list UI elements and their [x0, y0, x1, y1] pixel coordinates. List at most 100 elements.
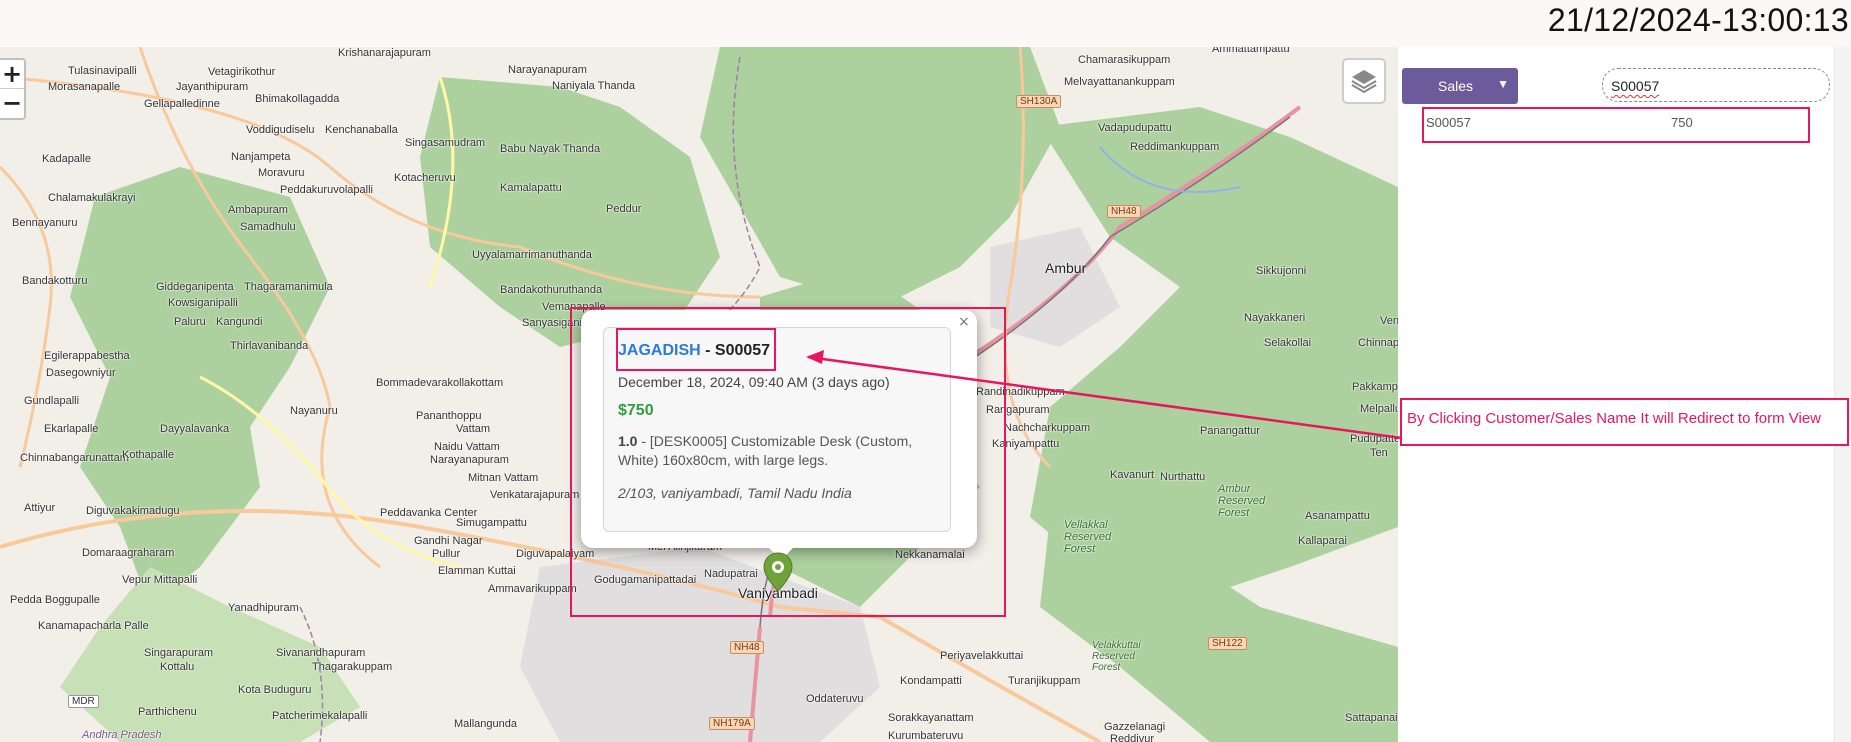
map-place-label: Vetagirikothur [208, 66, 276, 78]
road-shield: SH130A [1016, 95, 1062, 108]
sidebar-panel [1398, 47, 1851, 742]
map-place-label: Voddigudiselu [246, 124, 315, 136]
map-place-label: Ten [1370, 447, 1388, 459]
map-place-label: Dayyalavanka [160, 423, 230, 435]
map-place-label: Kavanurt [1110, 469, 1155, 481]
map-place-label: Pedda Boggupalle [10, 594, 100, 606]
map-place-label: Uyyalamarrimanuthanda [472, 249, 592, 261]
map-place-label: Kothapalle [122, 449, 174, 461]
map-place-label: Sorakkayanattam [888, 712, 974, 724]
map-place-label: Naniyala Thanda [552, 80, 635, 92]
map-place-label: Parthichenu [138, 706, 197, 718]
map-place-label: Chinnabangarunattam [20, 452, 129, 464]
zoom-out-button[interactable]: − [0, 89, 24, 118]
map-place-label: Narayanapuram [430, 454, 509, 466]
map-place-label: Narayanapuram [508, 64, 587, 76]
map-place-label: Moravuru [258, 167, 305, 179]
top-bar: 21/12/2024-13:00:13 [0, 0, 1851, 47]
map-place-label: Samadhulu [240, 221, 296, 233]
map-place-label: Kanamapacharla Palle [38, 620, 149, 632]
map-place-label: Nachcharkuppam [1004, 422, 1091, 434]
road-shield: SH122 [1208, 637, 1247, 650]
highlight-title-box [616, 328, 776, 371]
map-place-label: Yanadhipuram [228, 602, 299, 614]
road-shield: NH48 [1107, 205, 1141, 218]
chevron-down-icon: ▼ [1497, 77, 1509, 91]
model-select-value: Sales [1438, 78, 1474, 94]
map-place-label: Nayanuru [290, 405, 338, 417]
map-place-label: Kurumbateruvu [888, 730, 964, 742]
map-place-label: Peddur [606, 203, 642, 215]
map-place-label: Nayakkaneri [1244, 312, 1306, 324]
search-input-value: S00057 [1611, 78, 1660, 94]
map-place-label: Velakkuttai Reserved Forest [1092, 640, 1141, 673]
map-place-label: Mallangunda [454, 718, 517, 730]
map-place-label: Pananthoppu [416, 410, 482, 422]
map-place-label: Krishanarajapuram [338, 47, 431, 59]
map-place-label: Kamalapattu [500, 182, 562, 194]
highlight-result-box [1422, 107, 1810, 143]
model-select[interactable]: Sales ▼ [1402, 68, 1518, 104]
road-shield: NH48 [730, 641, 764, 654]
map-place-label: Peddakuruvolapalli [280, 184, 373, 196]
map-place-label: Dasegowniyur [46, 367, 116, 379]
map-place-label: Thagarakuppam [312, 661, 393, 673]
map-place-label: Patcherimekalapalli [272, 710, 368, 722]
map-place-label: Turanjikuppam [1008, 675, 1081, 687]
map-place-label: Bandakothuruthanda [500, 284, 603, 296]
map-town-label: Ambur [1045, 260, 1087, 276]
map-place-label: Oddateruvu [806, 693, 864, 705]
map-place-label: Nurthattu [1160, 471, 1206, 483]
map-place-label: Gellapalledinne [144, 98, 220, 110]
map-place-label: Kondampatti [900, 675, 962, 687]
map-place-label: Simugampattu [456, 517, 527, 529]
map-place-label: Ammavarikuppam [488, 583, 577, 595]
map-place-label: Bhimakollagadda [255, 93, 340, 105]
map-place-label: Vadapudupattu [1098, 122, 1172, 134]
map-place-label: Ekarlapalle [44, 423, 99, 435]
map-place-label: Paluru [174, 316, 206, 328]
map-place-label: Chamarasikuppam [1078, 54, 1171, 66]
map-place-label: Morasanapalle [48, 81, 121, 93]
map-place-label: Gundlapalli [24, 395, 80, 407]
map-place-label: Ammattampattu [1212, 47, 1290, 55]
annotation-note: By Clicking Customer/Sales Name It will … [1400, 398, 1849, 446]
map-place-label: Venc [1380, 315, 1398, 327]
map-place-label: Attiyur [24, 502, 56, 514]
map-place-label: Vellakkal Reserved Forest [1064, 519, 1112, 555]
layers-button[interactable] [1342, 58, 1386, 104]
map-place-label: Kotacheruvu [394, 172, 456, 184]
map-place-label: Thagaramanimula [244, 281, 333, 293]
map-place-label: Singarapuram [144, 647, 214, 659]
map-place-label: Elamman Kuttai [438, 565, 516, 577]
scrollbar[interactable] [1834, 47, 1851, 742]
map-place-label: Pudupatte [1350, 433, 1398, 445]
map-place-label: Kangundi [216, 316, 263, 328]
zoom-in-button[interactable]: + [0, 60, 24, 89]
map-place-label: Melpallu [1360, 403, 1398, 415]
map-place-label: Tulasinavipalli [68, 65, 137, 77]
map-place-label: Babu Nayak Thanda [500, 143, 601, 155]
map-place-label: Kota Buduguru [238, 684, 312, 696]
map-place-label: Andhra Pradesh [82, 729, 162, 741]
map-place-label: Periyavelakkuttai [940, 650, 1024, 662]
search-input[interactable]: S00057 [1602, 68, 1830, 102]
map-place-label: Nanjampeta [231, 151, 291, 163]
map-place-label: Jayanthipuram [176, 81, 249, 93]
map-place-label: Domaraagraharam [82, 547, 175, 559]
map-place-label: Mitnan Vattam [468, 472, 539, 484]
map-place-label: Chinnap [1358, 337, 1398, 349]
datetime-display: 21/12/2024-13:00:13 [1547, 2, 1849, 38]
map-place-label: Venkatarajapuram [490, 489, 580, 501]
map-place-label: Kottalu [160, 661, 195, 673]
map-place-label: Naidu Vattam [434, 441, 500, 453]
map-place-label: Kowsiganipalli [168, 297, 238, 309]
map-place-label: Ambapuram [228, 204, 288, 216]
map-place-label: Giddeganipenta [156, 281, 234, 293]
map-place-label: Reddimankuppam [1130, 141, 1220, 153]
map-place-label: Pullur [432, 548, 461, 560]
map-place-label: Asanampattu [1305, 510, 1370, 522]
map-place-label: Kenchanaballa [325, 124, 398, 136]
map-place-label: Selakollai [1264, 337, 1312, 349]
map-place-label: Vepur Mittapalli [122, 574, 198, 586]
